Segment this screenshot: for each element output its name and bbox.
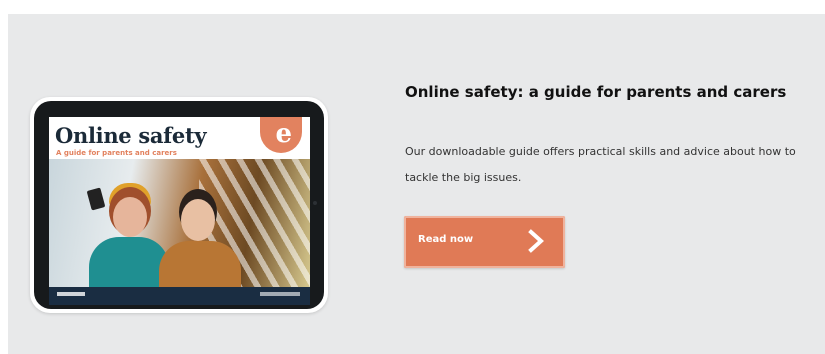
person-head: [113, 197, 147, 237]
read-now-label: Read now: [418, 234, 474, 245]
tablet-camera: [313, 201, 317, 205]
chevron-right-icon: [528, 229, 544, 253]
footer-text: [260, 292, 300, 296]
cover-badge-glyph: e: [275, 119, 292, 149]
cover-title: Online safety: [55, 123, 207, 148]
phone-icon: [86, 187, 106, 211]
tablet-frame: e Online safety A guide for parents and …: [34, 101, 324, 309]
promo-title: Online safety: a guide for parents and c…: [405, 83, 787, 101]
cover-subtitle: A guide for parents and carers: [56, 149, 177, 157]
guide-cover-tablet[interactable]: e Online safety A guide for parents and …: [30, 97, 328, 313]
promo-card: e Online safety A guide for parents and …: [8, 14, 825, 354]
promo-description: Our downloadable guide offers practical …: [405, 145, 796, 184]
read-now-button[interactable]: Read now: [404, 216, 565, 268]
footer-logo: [57, 292, 85, 296]
guide-cover-image: e Online safety A guide for parents and …: [49, 117, 310, 305]
cover-photo: [49, 159, 310, 297]
person-head: [181, 199, 215, 241]
cover-footer: [49, 287, 310, 305]
